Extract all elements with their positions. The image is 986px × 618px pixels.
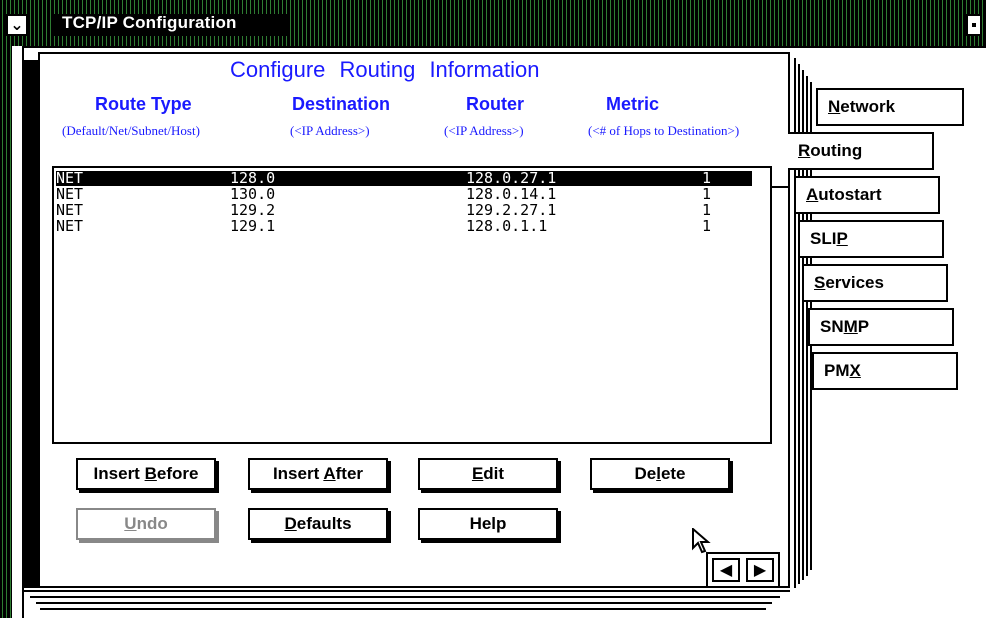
tab-mnemonic: S [814,273,826,292]
table-row[interactable]: NET 129.1 128.0.1.1 1 [56,219,752,234]
route-list-scrollbar[interactable] [770,166,788,444]
button-mnemonic: E [471,464,484,483]
button-label: Insert [272,464,324,483]
destination-cell: 129.2 [230,201,276,219]
route-type-cell: NET [56,201,84,219]
destination-cell: 130.0 [230,185,276,203]
router-cell: 129.2.27.1 [466,201,557,219]
page-nav-arrows: ◀ ▶ [706,552,780,588]
tab-pmx[interactable]: PMX [812,352,958,390]
button-label: efaults [296,514,352,533]
page-edge [40,608,766,610]
route-type-cell: NET [56,217,84,235]
scrollbar-thumb-edge [770,186,788,188]
button-label: dit [483,464,505,483]
button-label: efore [156,464,199,483]
column-subheader-router: (<IP Address>) [444,123,524,138]
tab-routing[interactable]: Routing [788,132,934,170]
button-label: De [634,464,657,483]
arrow-left-icon[interactable]: ◀ [712,558,740,582]
button-label: ete [660,464,686,483]
table-row[interactable]: NET 129.2 129.2.27.1 1 [56,203,752,218]
column-subheader-route-type: (Default/Net/Subnet/Host) [62,123,200,138]
tab-network[interactable]: Network [816,88,964,126]
restore-icon-dot [972,23,976,27]
tab-mnemonic: A [806,185,819,204]
metric-cell: 1 [702,169,712,187]
tab-slip[interactable]: SLIP [798,220,944,258]
column-header-route-type: Route Type [95,94,192,114]
metric-cell: 1 [702,201,712,219]
column-header-metric: Metric [606,94,660,114]
router-cell: 128.0.27.1 [466,169,557,187]
system-menu-icon[interactable]: ⌄ [6,14,28,36]
insert-after-button[interactable]: Insert After [248,458,388,490]
delete-button[interactable]: Delete [590,458,730,490]
button-mnemonic: D [284,514,297,533]
window-title: TCP/IP Configuration [62,13,237,32]
tab-autostart[interactable]: Autostart [794,176,940,214]
arrow-right-icon[interactable]: ▶ [746,558,774,582]
page-heading: Configure Routing Information [230,57,540,82]
button-label: fter [335,464,364,483]
defaults-button[interactable]: Defaults [248,508,388,540]
button-mnemonic: A [323,464,336,483]
destination-cell: 129.1 [230,217,276,235]
tab-label: P [857,317,870,336]
tab-label: etwork [840,97,896,116]
router-cell: 128.0.14.1 [466,185,557,203]
page-edge [36,602,772,604]
page-edge [30,596,780,598]
button-label: Help [469,514,507,533]
tab-mnemonic: M [843,317,858,336]
tab-label: utostart [818,185,882,204]
route-type-cell: NET [56,169,84,187]
button-mnemonic: U [124,514,137,533]
edit-button[interactable]: Edit [418,458,558,490]
tab-label: ervices [825,273,884,292]
metric-cell: 1 [702,185,712,203]
tab-mnemonic: N [828,97,841,116]
tab-label: SN [820,317,844,336]
router-cell: 128.0.1.1 [466,217,548,235]
tab-mnemonic: P [836,229,848,248]
tab-mnemonic: R [798,141,811,160]
column-subheader-destination: (<IP Address>) [290,123,370,138]
tab-mnemonic: X [849,361,861,380]
help-button[interactable]: Help [418,508,558,540]
tab-label: outing [810,141,863,160]
button-label: Insert [93,464,145,483]
column-header-router: Router [466,94,524,114]
column-subheader-metric: (<# of Hops to Destination>) [588,123,740,138]
tab-label: PM [824,361,850,380]
insert-before-button[interactable]: Insert Before [76,458,216,490]
page-edge [24,590,790,592]
button-label: ndo [136,514,168,533]
table-row[interactable]: NET 130.0 128.0.14.1 1 [56,187,752,202]
destination-cell: 128.0 [230,169,276,187]
undo-button[interactable]: Undo [76,508,216,540]
table-row[interactable]: NET 128.0 128.0.27.1 1 [56,171,752,186]
route-type-cell: NET [56,185,84,203]
column-header-destination: Destination [292,94,391,114]
metric-cell: 1 [702,217,712,235]
tab-snmp[interactable]: SNMP [808,308,954,346]
tab-services[interactable]: Services [802,264,948,302]
button-mnemonic: B [144,464,157,483]
tab-label: SLI [810,229,837,248]
